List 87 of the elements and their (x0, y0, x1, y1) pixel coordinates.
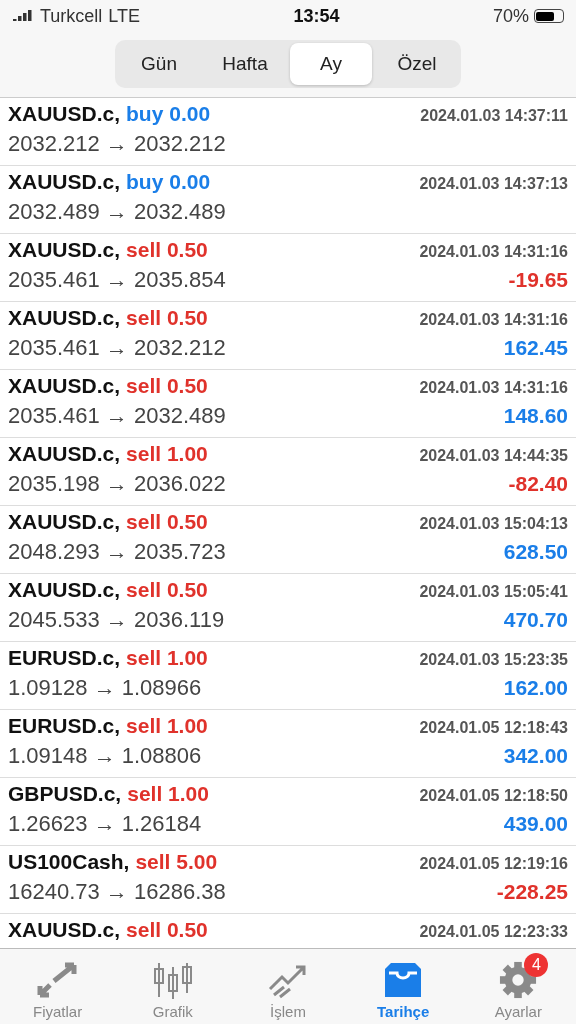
deal-row[interactable]: EURUSD.c, sell 1.00 2024.01.05 12:18:43 1.09148 → 1.08806 342.00 (0, 710, 576, 778)
deal-symbol: XAUUSD.c, (8, 578, 121, 602)
deal-time: 2024.01.03 15:05:41 (419, 583, 568, 601)
deal-volume: sell 0.50 (126, 918, 208, 942)
deal-symbol: XAUUSD.c, (8, 918, 121, 942)
deal-prices: 1.09148 → 1.08806 (8, 743, 202, 769)
deal-profit: 470.70 (503, 608, 568, 632)
deal-prices: 2045.533 → 2036.119 (8, 607, 225, 633)
deal-volume: sell 0.50 (126, 306, 208, 330)
deal-volume: sell 0.50 (126, 238, 208, 262)
deal-time: 2024.01.03 14:37:11 (420, 107, 568, 125)
deal-prices: 2035.461 → 2035.854 (8, 267, 226, 293)
deal-profit: 439.00 (503, 812, 568, 836)
deal-row[interactable]: EURUSD.c, sell 1.00 2024.01.03 15:23:35 1.09128 → 1.08966 162.00 (0, 642, 576, 710)
deal-symbol: EURUSD.c, (8, 646, 121, 670)
deal-volume: sell 1.00 (126, 442, 208, 466)
deal-profit: 628.50 (503, 540, 568, 564)
deal-profit: 342.00 (503, 744, 568, 768)
deal-profit: -19.65 (508, 268, 568, 292)
deal-symbol: XAUUSD.c, (8, 510, 121, 534)
deal-volume: buy 0.00 (126, 102, 211, 126)
deal-volume: sell 0.50 (126, 578, 208, 602)
deal-row[interactable]: XAUUSD.c, buy 0.00 2024.01.03 14:37:11 2032.212 → 2032.212 (0, 98, 576, 166)
deal-prices: 2035.461 → 2032.212 (8, 335, 226, 361)
deal-prices: 2035.461 → 2032.489 (8, 403, 226, 429)
deal-row[interactable]: XAUUSD.c, sell 0.50 2024.01.03 15:04:13 2048.293 → 2035.723 628.50 (0, 506, 576, 574)
period-tab[interactable]: Özel (376, 43, 458, 85)
deal-volume: sell 1.00 (126, 646, 208, 670)
deal-time: 2024.01.05 12:18:43 (419, 719, 568, 737)
deal-time: 2024.01.05 12:18:50 (419, 787, 568, 805)
clock: 13:54 (293, 5, 340, 27)
notification-badge: 4 (524, 952, 549, 977)
deal-time: 2024.01.05 12:19:16 (419, 855, 568, 873)
period-tab[interactable]: Gün (118, 43, 200, 85)
deal-prices: 2032.212 → 2032.212 (8, 131, 226, 157)
deal-prices: 1.26623 → 1.26184 (8, 811, 202, 837)
network-type: LTE (108, 5, 141, 27)
signal-icon (12, 9, 34, 23)
deal-time: 2024.01.03 14:31:16 (419, 243, 568, 261)
deal-symbol: GBPUSD.c, (8, 782, 122, 806)
deal-time: 2024.01.05 12:23:33 (419, 923, 568, 941)
deal-row[interactable]: XAUUSD.c, buy 0.00 2024.01.03 14:37:13 2032.489 → 2032.489 (0, 166, 576, 234)
deal-profit: -228.25 (496, 880, 568, 904)
tab-bar-item[interactable]: Tarihçe (353, 952, 454, 1022)
deal-profit: 148.60 (503, 404, 568, 428)
deal-symbol: XAUUSD.c, (8, 170, 121, 194)
deal-symbol: XAUUSD.c, (8, 374, 121, 398)
deal-prices: 2035.198 → 2036.022 (8, 471, 226, 497)
deal-symbol: XAUUSD.c, (8, 102, 121, 126)
deal-time: 2024.01.03 14:37:13 (419, 175, 568, 193)
deal-time: 2024.01.03 14:31:16 (419, 311, 568, 329)
carrier-name: Turkcell (40, 5, 103, 27)
deal-profit: -82.40 (508, 472, 568, 496)
deal-symbol: EURUSD.c, (8, 714, 121, 738)
deal-time: 2024.01.03 15:04:13 (419, 515, 568, 533)
deal-time: 2024.01.03 14:31:16 (419, 379, 568, 397)
deal-row[interactable]: XAUUSD.c, sell 0.50 2024.01.03 14:31:16 2035.461 → 2032.212 162.45 (0, 302, 576, 370)
deal-time: 2024.01.03 14:44:35 (419, 447, 568, 465)
deal-prices: 1.09128 → 1.08966 (8, 675, 202, 701)
deal-profit: 162.45 (503, 336, 568, 360)
deal-prices: 16240.73 → 16286.38 (8, 879, 226, 905)
battery-percent: 70% (492, 5, 529, 27)
deal-symbol: US100Cash, (8, 850, 130, 874)
deal-volume: sell 1.00 (126, 714, 208, 738)
deal-volume: sell 1.00 (127, 782, 209, 806)
deal-volume: sell 0.50 (126, 374, 208, 398)
tab-bar-item[interactable]: Ayarlar 4 (468, 952, 569, 1022)
deal-row[interactable]: US100Cash, sell 5.00 2024.01.05 12:19:16 16240.73 → 16286.38 -228.25 (0, 846, 576, 914)
period-tab[interactable]: Hafta (204, 43, 286, 85)
deal-time: 2024.01.03 15:23:35 (419, 651, 568, 669)
deal-row[interactable]: XAUUSD.c, sell 0.50 2024.01.03 14:31:16 2035.461 → 2032.489 148.60 (0, 370, 576, 438)
battery-icon (534, 9, 564, 23)
deal-symbol: XAUUSD.c, (8, 238, 121, 262)
deal-volume: sell 0.50 (126, 510, 208, 534)
deal-row[interactable]: XAUUSD.c, sell 1.00 2024.01.03 14:44:35 2035.198 → 2036.022 -82.40 (0, 438, 576, 506)
deal-volume: buy 0.00 (126, 170, 211, 194)
deal-prices: 2048.293 → 2035.723 (8, 539, 226, 565)
deal-symbol: XAUUSD.c, (8, 442, 121, 466)
period-tab[interactable]: Ay (290, 43, 372, 85)
arrows-icon (35, 960, 80, 999)
deal-symbol: XAUUSD.c, (8, 306, 121, 330)
deal-row[interactable]: GBPUSD.c, sell 1.00 2024.01.05 12:18:50 1.26623 → 1.26184 439.00 (0, 778, 576, 846)
deal-prices: 2032.489 → 2032.489 (8, 199, 226, 225)
deal-profit: 162.00 (503, 676, 568, 700)
deal-row[interactable]: XAUUSD.c, sell 0.50 2024.01.03 15:05:41 2045.533 → 2036.119 470.70 (0, 574, 576, 642)
deal-row[interactable]: XAUUSD.c, sell 0.50 2024.01.03 14:31:16 2035.461 → 2035.854 -19.65 (0, 234, 576, 302)
deal-volume: sell 5.00 (135, 850, 218, 874)
